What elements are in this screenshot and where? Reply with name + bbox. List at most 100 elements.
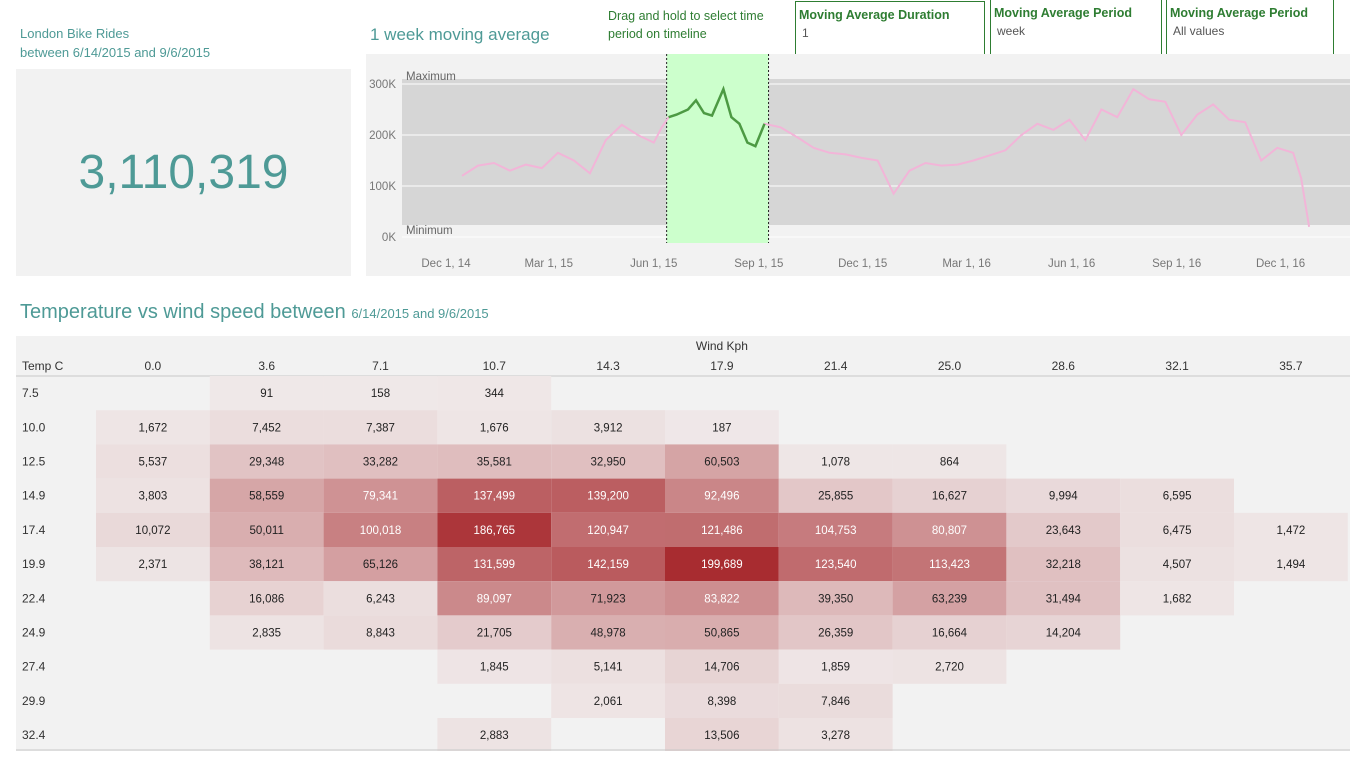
heatmap-cell-label: 1,845 [480, 662, 509, 674]
heatmap-cell-label: 2,720 [935, 662, 964, 674]
heatmap-cell-label: 33,282 [363, 457, 398, 469]
timeline-chart-panel[interactable]: 300K 200K 100K 0K Maximum Minimum Dec 1, 14 Mar… [366, 54, 1350, 276]
row-header: 10.0 [22, 420, 46, 434]
heatmap-cell-label: 14,204 [1046, 628, 1082, 640]
heatmap-cell-label: 91 [260, 388, 273, 400]
filter-label: Moving Average Period [1170, 6, 1308, 20]
column-header: 0.0 [145, 359, 162, 373]
filter-label: Moving Average Period [994, 6, 1132, 20]
heatmap-cell-label: 187 [712, 422, 731, 434]
band-max-label: Maximum [406, 71, 456, 83]
column-header: 25.0 [938, 359, 962, 373]
kpi-title-line2: between 6/14/2015 and 9/6/2015 [20, 45, 211, 60]
column-header: 35.7 [1279, 359, 1303, 373]
heatmap-cell-label: 13,506 [704, 730, 739, 742]
heatmap-cell-label: 29,348 [249, 457, 284, 469]
heatmap-cell-label: 79,341 [363, 491, 398, 503]
filter-moving-average-duration[interactable]: Moving Average Duration 1 [795, 1, 985, 58]
heatmap-cell-label: 83,822 [704, 593, 739, 605]
heatmap-cell-label: 2,883 [480, 730, 509, 742]
heatmap-title-sub: 6/14/2015 and 9/6/2015 [351, 306, 489, 321]
heatmap-cell-label: 31,494 [1046, 593, 1082, 605]
heatmap-cell-label: 35,581 [477, 457, 512, 469]
heatmap-cell-label: 142,159 [587, 559, 629, 571]
heatmap-cell-label: 65,126 [363, 559, 398, 571]
heatmap-cell-label: 23,643 [1046, 525, 1081, 537]
column-header: 21.4 [824, 359, 848, 373]
heatmap-cell-label: 7,846 [821, 696, 850, 708]
x-tick-label: Mar 1, 15 [524, 258, 573, 270]
y-tick-label: 0K [382, 232, 396, 244]
heatmap-cell-label: 121,486 [701, 525, 743, 537]
filter-value[interactable]: week [991, 20, 1161, 38]
heatmap-cell-label: 39,350 [818, 593, 853, 605]
row-header: 12.5 [22, 455, 46, 469]
heatmap-cell-label: 1,859 [821, 662, 850, 674]
heatmap-cell-label: 63,239 [932, 593, 967, 605]
heatmap-cell-label: 58,559 [249, 491, 284, 503]
y-axis-label: Temp C [22, 359, 64, 373]
heatmap-cell-label: 60,503 [704, 457, 739, 469]
heatmap-cell-label: 2,061 [594, 696, 623, 708]
heatmap-cell-label: 38,121 [249, 559, 284, 571]
heatmap-panel: Wind Kph Temp C 0.0 3.6 7.1 10.7 14.3 17.9 21.4 2… [16, 336, 1350, 751]
heatmap-cell-label: 16,664 [932, 628, 968, 640]
y-tick-label: 100K [369, 181, 396, 193]
kpi-panel: 3,110,319 [16, 69, 351, 276]
heatmap-title-main: Temperature vs wind speed between [20, 301, 346, 323]
heatmap-cell-label: 1,682 [1163, 593, 1192, 605]
x-tick-label: Jun 1, 16 [1048, 258, 1095, 270]
row-header: 14.9 [22, 489, 46, 503]
heatmap-cell-label: 3,278 [821, 730, 850, 742]
heatmap-chart: Wind Kph Temp C 0.0 3.6 7.1 10.7 14.3 17.9 21.4 2… [16, 339, 1350, 751]
min-max-band [402, 79, 1350, 225]
heatmap-cell-label: 8,843 [366, 628, 395, 640]
heatmap-cell-label: 92,496 [704, 491, 739, 503]
y-tick-label: 200K [369, 130, 396, 142]
heatmap-cell-label: 9,994 [1049, 491, 1078, 503]
heatmap-cell-label: 1,078 [821, 457, 850, 469]
heatmap-cell-label: 100,018 [360, 525, 402, 537]
x-tick-label: Sep 1, 16 [1152, 258, 1201, 270]
x-tick-label: Mar 1, 16 [942, 258, 991, 270]
heatmap-cell-label: 25,855 [818, 491, 853, 503]
heatmap-cell-label: 1,672 [139, 422, 168, 434]
heatmap-cell-label: 6,595 [1163, 491, 1192, 503]
column-header: 10.7 [483, 359, 507, 373]
row-header: 29.9 [22, 694, 46, 708]
heatmap-cell-label: 16,086 [249, 593, 284, 605]
row-header: 27.4 [22, 660, 46, 674]
heatmap-cell-label: 16,627 [932, 491, 967, 503]
heatmap-cell-label: 1,472 [1277, 525, 1306, 537]
column-header: 14.3 [596, 359, 620, 373]
x-tick-label: Sep 1, 15 [734, 258, 783, 270]
heatmap-cell-label: 50,865 [704, 628, 739, 640]
heatmap-cell-label: 131,599 [474, 559, 516, 571]
heatmap-cell-label: 3,803 [139, 491, 168, 503]
filter-moving-average-period[interactable]: Moving Average Period week [990, 0, 1162, 61]
column-header: 7.1 [372, 359, 389, 373]
heatmap-cell-label: 2,835 [252, 628, 281, 640]
x-tick-label: Dec 1, 15 [838, 258, 887, 270]
filter-value[interactable]: All values [1167, 20, 1333, 38]
column-header: 32.1 [1165, 359, 1189, 373]
heatmap-cell-label: 2,371 [139, 559, 168, 571]
heatmap-cell-label: 80,807 [932, 525, 967, 537]
timeline-title: 1 week moving average [370, 25, 550, 44]
heatmap-cell-label: 7,387 [366, 422, 395, 434]
heatmap-cell-label: 21,705 [477, 628, 512, 640]
x-tick-label: Jun 1, 15 [630, 258, 677, 270]
column-header: 28.6 [1052, 359, 1076, 373]
timeline-instruction: Drag and hold to select time period on t… [608, 9, 764, 41]
row-header: 7.5 [22, 386, 39, 400]
heatmap-cell-label: 5,537 [139, 457, 168, 469]
heatmap-cell-label: 7,452 [252, 422, 281, 434]
heatmap-cell-label: 3,912 [594, 422, 623, 434]
heatmap-cell-label: 6,243 [366, 593, 395, 605]
heatmap-cell-label: 864 [940, 457, 960, 469]
heatmap-cell-label: 186,765 [474, 525, 516, 537]
heatmap-cell-label: 14,706 [704, 662, 739, 674]
heatmap-cell-label: 26,359 [818, 628, 853, 640]
filter-value[interactable]: 1 [796, 22, 984, 40]
timeline-chart[interactable]: 300K 200K 100K 0K Maximum Minimum Dec 1, 14 Mar… [366, 54, 1350, 276]
